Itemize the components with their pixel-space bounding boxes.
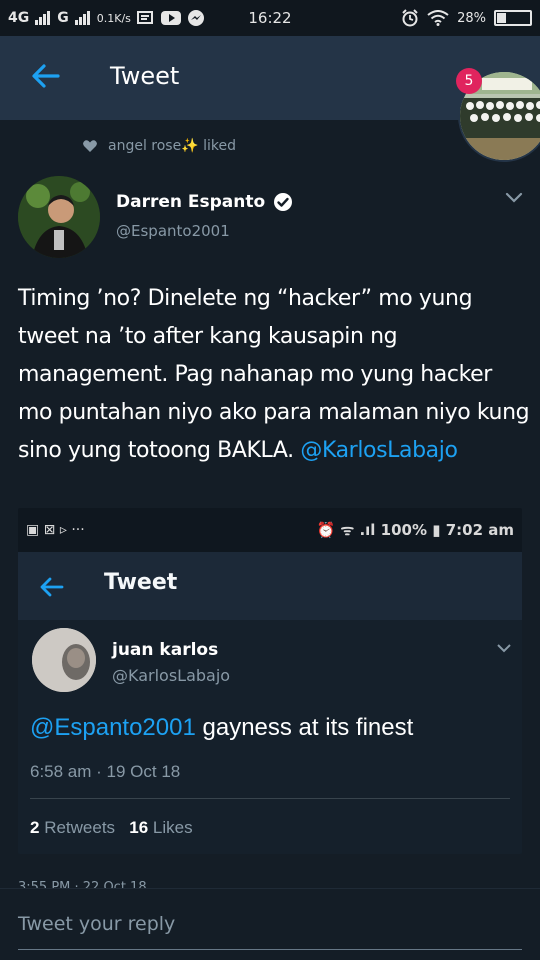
embed-app-bar: Tweet: [18, 552, 522, 620]
verified-badge-icon: [274, 193, 293, 211]
back-arrow-icon: [40, 577, 64, 597]
embed-status-left: ▣ ⊠ ▹ ···: [26, 522, 85, 538]
battery-icon: [494, 10, 532, 26]
tweet-timestamp: 3:55 PM · 22 Oct 18: [18, 880, 147, 888]
chevron-down-icon[interactable]: [504, 190, 524, 206]
author-name[interactable]: Darren Espanto: [116, 192, 293, 212]
embed-status-right: ⏰ ᯤ .ıl 100% ▮ 7:02 am: [316, 521, 514, 539]
like-label: Likes: [148, 818, 193, 837]
tweet-text: Timing ’no? Dinelete ng “hacker” mo yung…: [18, 280, 530, 470]
embed-tweet-text: @Espanto2001 gayness at its finest: [30, 714, 413, 742]
back-arrow-icon[interactable]: [28, 58, 64, 94]
notification-badge: 5: [456, 68, 482, 94]
embed-timestamp: 6:58 am · 19 Oct 18: [30, 762, 181, 781]
wifi-icon: [427, 10, 449, 26]
embed-title: Tweet: [104, 570, 178, 595]
status-bar: 4G G 0.1K/s 16:22 28%: [0, 0, 540, 36]
alarm-icon: [402, 9, 418, 27]
social-context: angel rose✨ liked: [82, 138, 236, 154]
embed-handle: @KarlosLabajo: [112, 666, 231, 685]
chevron-down-icon: [497, 644, 511, 653]
profile-photo-image: [18, 176, 100, 258]
heart-icon: [83, 140, 97, 152]
page-title: Tweet: [110, 62, 180, 90]
embed-avatar: [32, 628, 96, 692]
blurred-photo-image: [32, 628, 96, 692]
embed-body: gayness at its finest: [195, 714, 414, 741]
embed-stats: 2 Retweets 16 Likes: [30, 818, 193, 838]
embed-divider: [30, 798, 510, 799]
embedded-screenshot[interactable]: ▣ ⊠ ▹ ··· ⏰ ᯤ .ıl 100% ▮ 7:02 am Tweet j…: [18, 508, 522, 854]
reply-bar: Tweet your reply: [0, 888, 540, 960]
liked-by-text: angel rose✨ liked: [108, 138, 236, 154]
embed-mention: @Espanto2001: [30, 714, 196, 741]
like-count: 16: [129, 818, 149, 837]
battery-percent: 28%: [457, 10, 486, 26]
retweet-label: Retweets: [39, 818, 116, 837]
reply-input[interactable]: Tweet your reply: [18, 913, 175, 935]
embed-status-bar: ▣ ⊠ ▹ ··· ⏰ ᯤ .ıl 100% ▮ 7:02 am: [18, 508, 522, 552]
tweet-body: Timing ’no? Dinelete ng “hacker” mo yung…: [18, 286, 530, 463]
avatar[interactable]: [18, 176, 100, 258]
status-right: 28%: [401, 9, 532, 27]
mention-link[interactable]: @KarlosLabajo: [300, 438, 458, 463]
author-handle[interactable]: @Espanto2001: [116, 222, 230, 240]
reply-underline: [18, 949, 522, 950]
display-name-text: Darren Espanto: [116, 192, 266, 212]
embed-name: juan karlos: [112, 640, 219, 660]
